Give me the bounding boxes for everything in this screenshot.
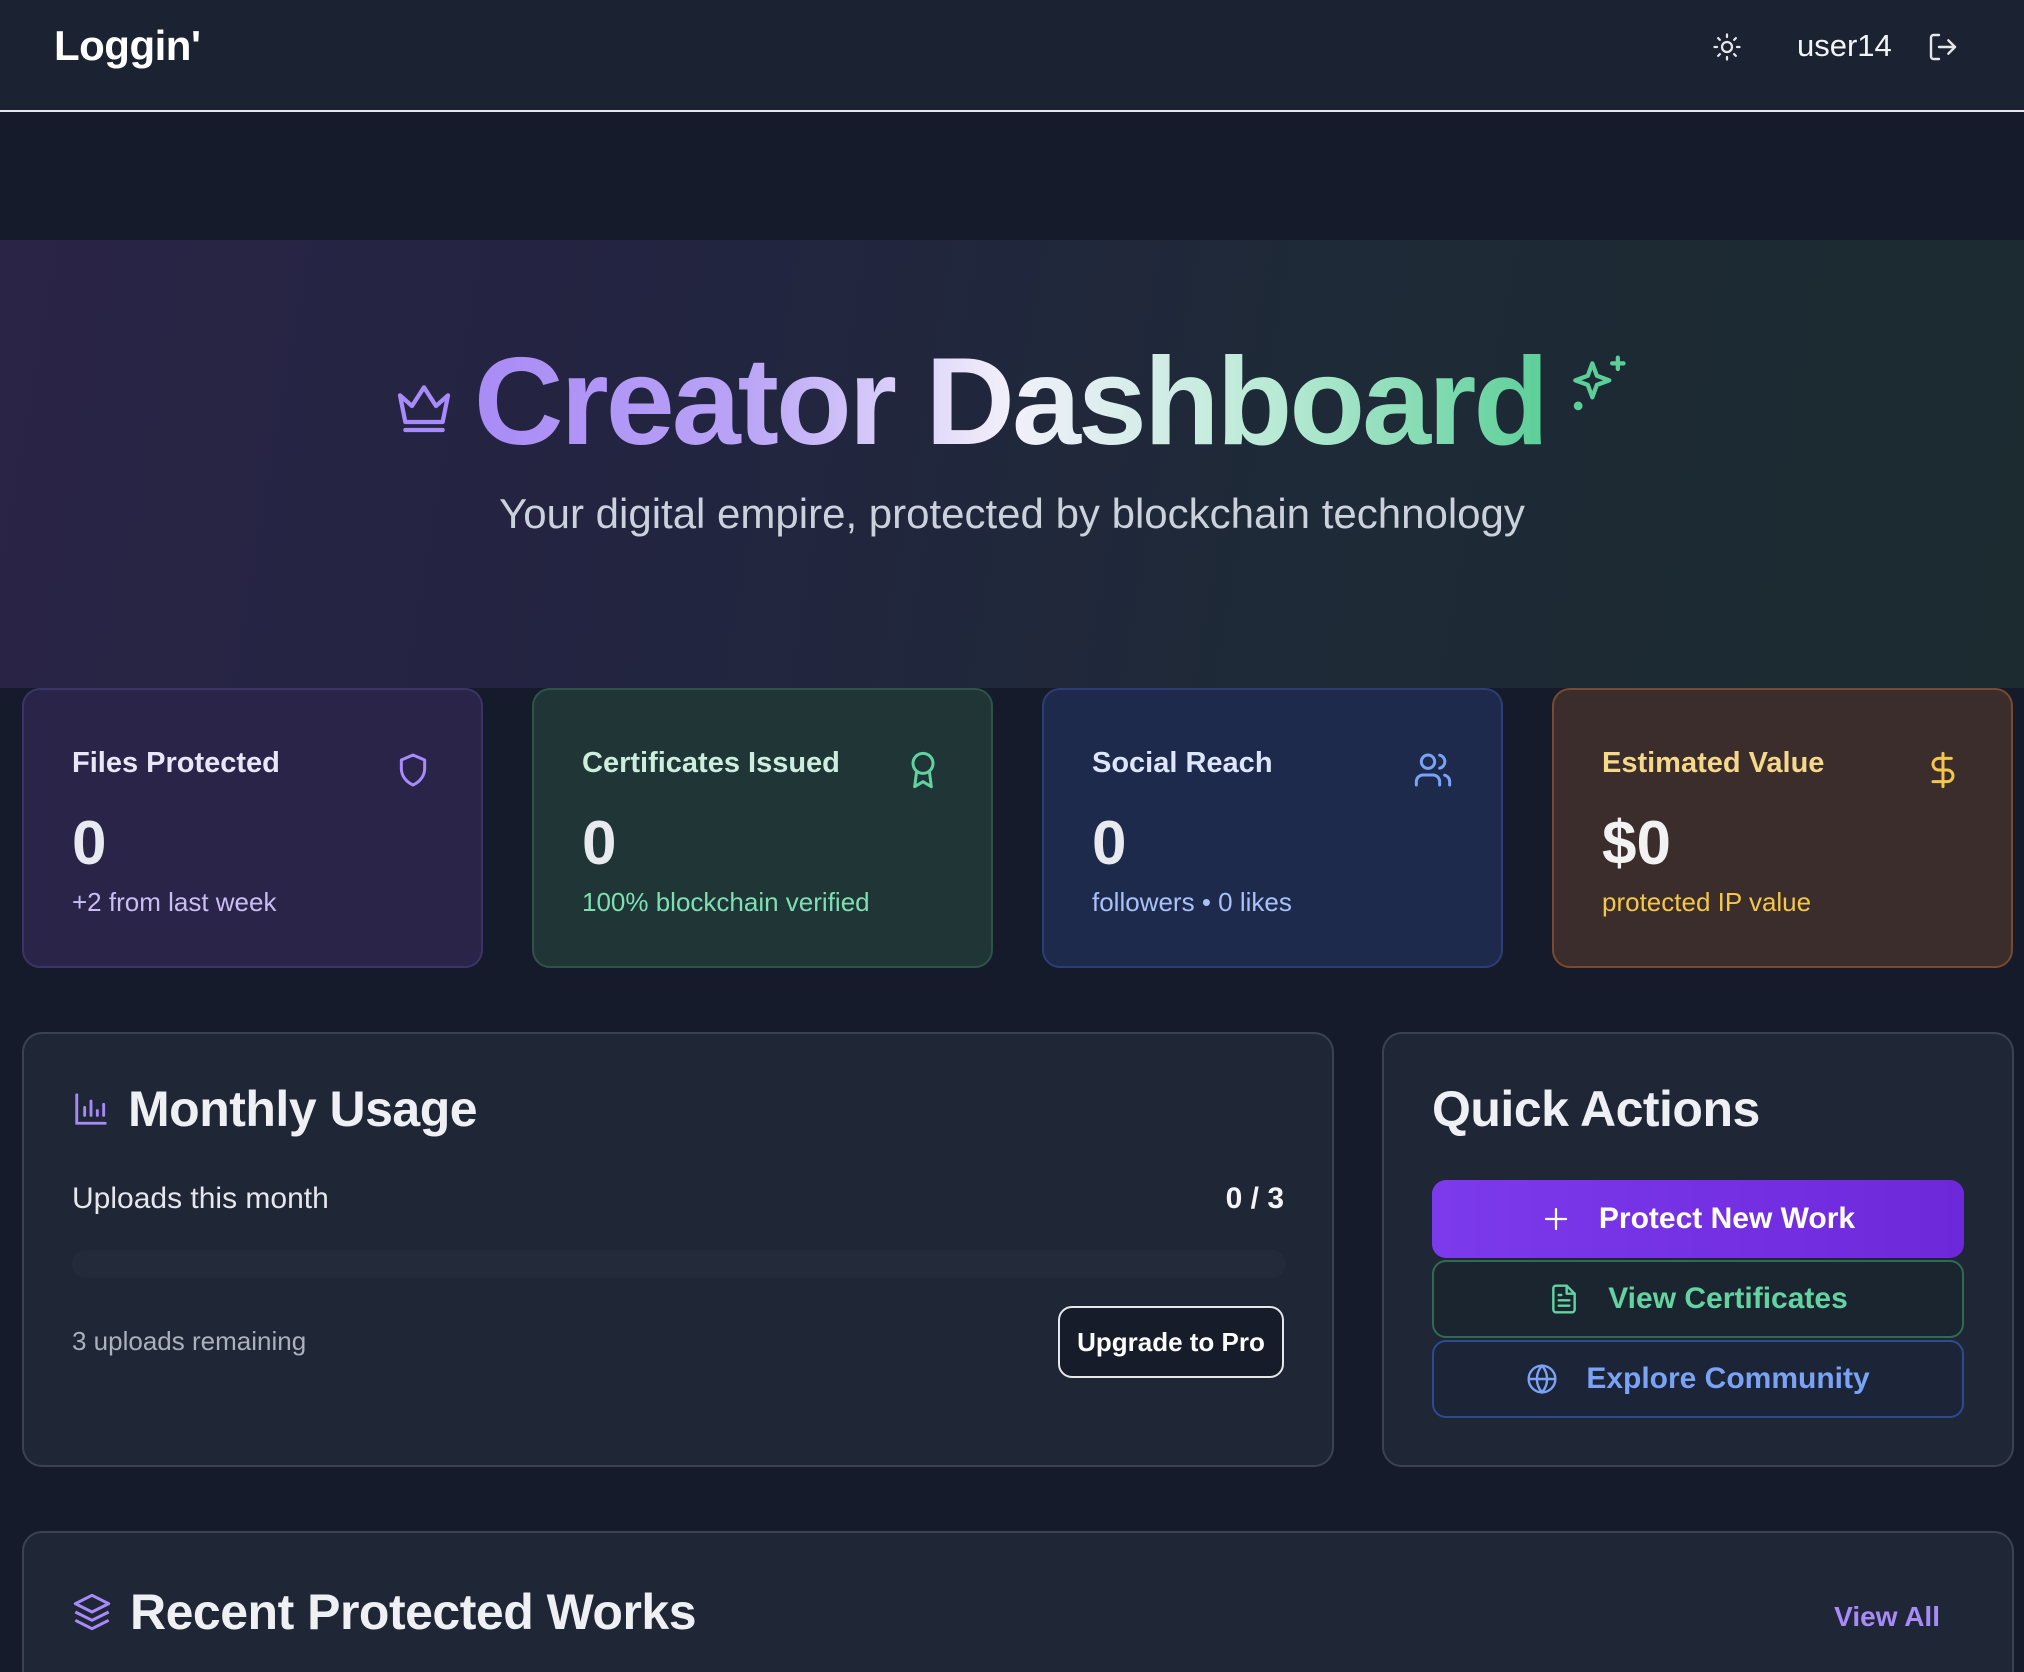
recent-works-header: Recent Protected Works (72, 1583, 697, 1641)
stat-card-social-reach: Social Reach 0 followers • 0 likes (1042, 688, 1503, 968)
stat-note: followers • 0 likes (1092, 887, 1292, 917)
hero-title-row: Creator Dashboard (0, 340, 2024, 472)
stat-label: Estimated Value (1602, 747, 1825, 779)
stat-value: 0 (72, 809, 107, 878)
view-certificates-label: View Certificates (1608, 1282, 1848, 1315)
explore-community-button[interactable]: Explore Community (1432, 1340, 1964, 1418)
hero-subtitle: Your digital empire, protected by blockc… (499, 490, 1525, 537)
sparkles-icon (1573, 355, 1626, 411)
stat-value: 0 (1092, 809, 1127, 878)
theme-toggle-button[interactable] (1707, 27, 1747, 67)
award-icon (911, 751, 935, 789)
recent-protected-works-panel: Recent Protected Works View All (22, 1531, 2014, 1672)
crown-icon (397, 385, 451, 433)
uploads-count: 0 / 3 (1225, 1182, 1284, 1215)
username-label[interactable]: user14 (1797, 28, 1892, 64)
view-all-link[interactable]: View All (1834, 1601, 1940, 1633)
dollar-icon (1931, 751, 1955, 789)
stat-label: Certificates Issued (582, 747, 840, 779)
usage-progress-bar (72, 1250, 1286, 1278)
stat-value: 0 (582, 809, 617, 878)
file-text-icon (1552, 1284, 1577, 1314)
protect-new-work-label: Protect New Work (1598, 1202, 1856, 1235)
quick-actions-panel: Quick Actions Protect New Work View Cert… (1382, 1032, 2014, 1467)
logout-button[interactable] (1923, 27, 1963, 67)
logout-icon (1929, 33, 1957, 61)
hero-banner: Creator Dashboard Your digital empire, p… (0, 240, 2024, 688)
protect-new-work-button[interactable]: Protect New Work (1432, 1180, 1964, 1258)
brand-logo[interactable]: Loggin' (54, 22, 201, 70)
monthly-usage-title: Monthly Usage (128, 1081, 478, 1137)
globe-icon (1527, 1363, 1557, 1395)
explore-community-label: Explore Community (1586, 1362, 1870, 1395)
stat-card-estimated-value: Estimated Value $0 protected IP value (1552, 688, 2013, 968)
monthly-usage-panel: Monthly Usage Uploads this month 0 / 3 3… (22, 1032, 1334, 1467)
layers-icon (73, 1593, 111, 1631)
users-icon (1414, 753, 1452, 787)
shield-icon (399, 753, 427, 787)
recent-works-title: Recent Protected Works (130, 1584, 697, 1640)
page-title: Creator Dashboard (473, 333, 1549, 471)
stat-note: 100% blockchain verified (582, 887, 870, 917)
upgrade-to-pro-button[interactable]: Upgrade to Pro (1058, 1306, 1284, 1378)
top-navbar: Loggin' user14 (0, 0, 2024, 112)
monthly-usage-header: Monthly Usage (72, 1080, 478, 1138)
sun-icon (1713, 33, 1741, 61)
view-certificates-button[interactable]: View Certificates (1432, 1260, 1964, 1338)
stat-card-files-protected: Files Protected 0 +2 from last week (22, 688, 483, 968)
uploads-label: Uploads this month (72, 1182, 329, 1215)
stat-note: +2 from last week (72, 887, 277, 917)
quick-actions-title: Quick Actions (1432, 1081, 1760, 1137)
stat-card-certificates-issued: Certificates Issued 0 100% blockchain ve… (532, 688, 993, 968)
bar-chart-icon (75, 1093, 107, 1125)
stat-label: Files Protected (72, 747, 280, 779)
uploads-remaining: 3 uploads remaining (72, 1326, 307, 1356)
stat-label: Social Reach (1092, 747, 1273, 779)
stat-value: $0 (1602, 809, 1671, 878)
stat-note: protected IP value (1602, 887, 1812, 917)
plus-icon (1544, 1207, 1568, 1231)
